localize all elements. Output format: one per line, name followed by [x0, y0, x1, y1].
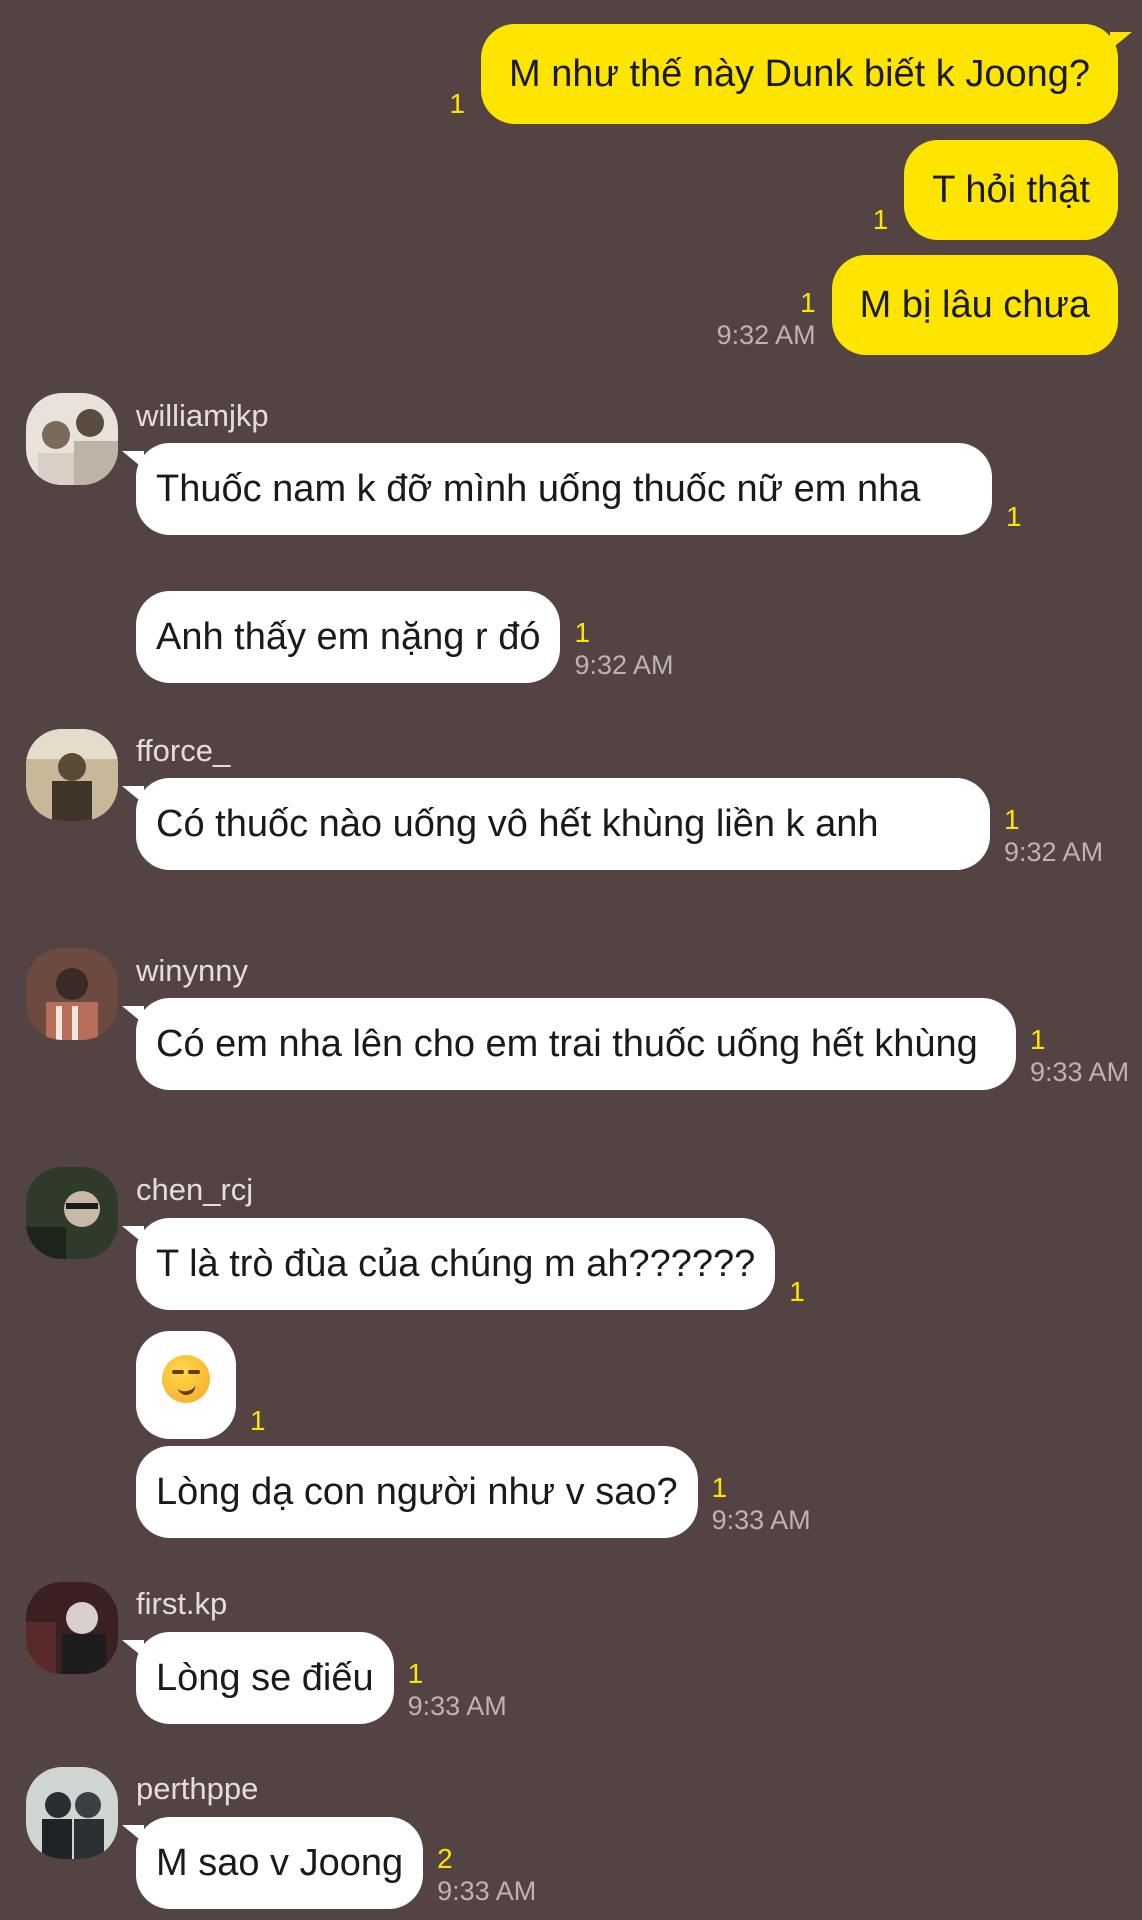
timestamp: 9:33 AM	[437, 1876, 537, 1906]
outgoing-message[interactable]: 1 9:32 AM M bị lâu chưa	[717, 255, 1118, 355]
sender-name: perthppe	[136, 1771, 259, 1806]
avatar[interactable]	[26, 393, 118, 485]
timestamp: 9:33 AM	[1030, 1057, 1130, 1087]
avatar-photo	[26, 393, 118, 485]
unread-count: 2	[437, 1843, 453, 1874]
unread-count: 1	[1006, 501, 1022, 532]
unread-count: 1	[872, 204, 889, 235]
unread-count: 1	[449, 88, 465, 119]
incoming-message[interactable]: Anh thấy em nặng r đó 1 9:32 AM	[136, 591, 674, 683]
timestamp: 9:32 AM	[716, 320, 816, 350]
unread-count: 1	[407, 1658, 424, 1689]
outgoing-bubble[interactable]: M như thế này Dunk biết k Joong?	[480, 24, 1133, 124]
incoming-message[interactable]: 1	[136, 1331, 266, 1439]
avatar[interactable]	[26, 729, 118, 821]
message-meta: 1	[1006, 501, 1022, 535]
avatar-photo	[26, 1767, 118, 1859]
incoming-bubble[interactable]: Có em nha lên cho em trai thuốc uống hết…	[122, 998, 1016, 1090]
incoming-bubble[interactable]: M sao v Joong	[121, 1817, 424, 1909]
incoming-message[interactable]: T là trò đùa của chúng m ah?????? 1	[121, 1218, 805, 1310]
avatar-photo	[26, 729, 118, 821]
incoming-message[interactable]: M sao v Joong 2 9:33 AM	[121, 1817, 536, 1909]
timestamp: 9:32 AM	[574, 650, 674, 680]
incoming-bubble[interactable]	[136, 1331, 236, 1439]
incoming-bubble[interactable]: Lòng dạ con người như v sao?	[136, 1446, 698, 1538]
message-meta: 1	[789, 1276, 805, 1310]
message-meta: 1 9:33 AM	[408, 1658, 507, 1724]
avatar[interactable]	[26, 948, 118, 1040]
sender-name: williamjkp	[136, 398, 269, 433]
unread-count: 1	[1004, 804, 1020, 835]
avatar-photo	[26, 948, 118, 1040]
timestamp: 9:32 AM	[1004, 837, 1104, 867]
message-meta: 1	[873, 204, 889, 240]
message-meta: 2 9:33 AM	[437, 1843, 536, 1909]
incoming-message[interactable]: Lòng se điếu 1 9:33 AM	[122, 1632, 507, 1724]
sender-name: winynny	[136, 953, 248, 988]
avatar[interactable]	[26, 1582, 118, 1674]
incoming-message[interactable]: Có thuốc nào uống vô hết khùng liền k an…	[122, 778, 1103, 870]
unread-count: 1	[574, 617, 591, 648]
message-meta: 1 9:33 AM	[1030, 1024, 1129, 1090]
unread-count: 1	[711, 1472, 728, 1503]
outgoing-message[interactable]: 1 M như thế này Dunk biết k Joong?	[449, 24, 1133, 124]
avatar[interactable]	[26, 1767, 118, 1859]
smirking-face-icon	[162, 1355, 210, 1403]
avatar[interactable]	[26, 1167, 118, 1259]
unread-count: 1	[789, 1276, 805, 1307]
avatar-photo	[26, 1167, 118, 1259]
chat-view: 1 M như thế này Dunk biết k Joong? 1 T h…	[0, 0, 1142, 1920]
avatar-photo	[26, 1582, 118, 1674]
incoming-bubble[interactable]: Thuốc nam k đỡ mình uống thuốc nữ em nha	[122, 443, 992, 535]
incoming-bubble[interactable]: Lòng se điếu	[122, 1632, 394, 1724]
message-meta: 1 9:32 AM	[574, 617, 673, 683]
outgoing-message[interactable]: 1 T hỏi thật	[873, 140, 1118, 240]
unread-count: 1	[1030, 1024, 1046, 1055]
sender-name: chen_rcj	[136, 1172, 254, 1207]
timestamp: 9:33 AM	[711, 1505, 811, 1535]
unread-count: 1	[250, 1405, 266, 1436]
incoming-bubble[interactable]: T là trò đùa của chúng m ah??????	[121, 1218, 776, 1310]
sender-name: first.kp	[136, 1586, 228, 1621]
message-meta: 1 9:32 AM	[1004, 804, 1103, 870]
outgoing-bubble[interactable]: T hỏi thật	[904, 140, 1118, 240]
message-meta: 1	[449, 88, 465, 124]
outgoing-bubble[interactable]: M bị lâu chưa	[831, 255, 1118, 355]
incoming-message[interactable]: Có em nha lên cho em trai thuốc uống hết…	[122, 998, 1129, 1090]
unread-count: 1	[800, 287, 816, 318]
message-meta: 1 9:33 AM	[712, 1472, 811, 1538]
message-meta: 1	[250, 1405, 266, 1439]
incoming-bubble[interactable]: Có thuốc nào uống vô hết khùng liền k an…	[122, 778, 990, 870]
message-meta: 1 9:32 AM	[717, 287, 816, 355]
incoming-bubble[interactable]: Anh thấy em nặng r đó	[136, 591, 561, 683]
incoming-message[interactable]: Lòng dạ con người như v sao? 1 9:33 AM	[136, 1446, 811, 1538]
sender-name: fforce_	[136, 733, 231, 768]
incoming-message[interactable]: Thuốc nam k đỡ mình uống thuốc nữ em nha…	[122, 443, 1022, 535]
timestamp: 9:33 AM	[407, 1691, 507, 1721]
